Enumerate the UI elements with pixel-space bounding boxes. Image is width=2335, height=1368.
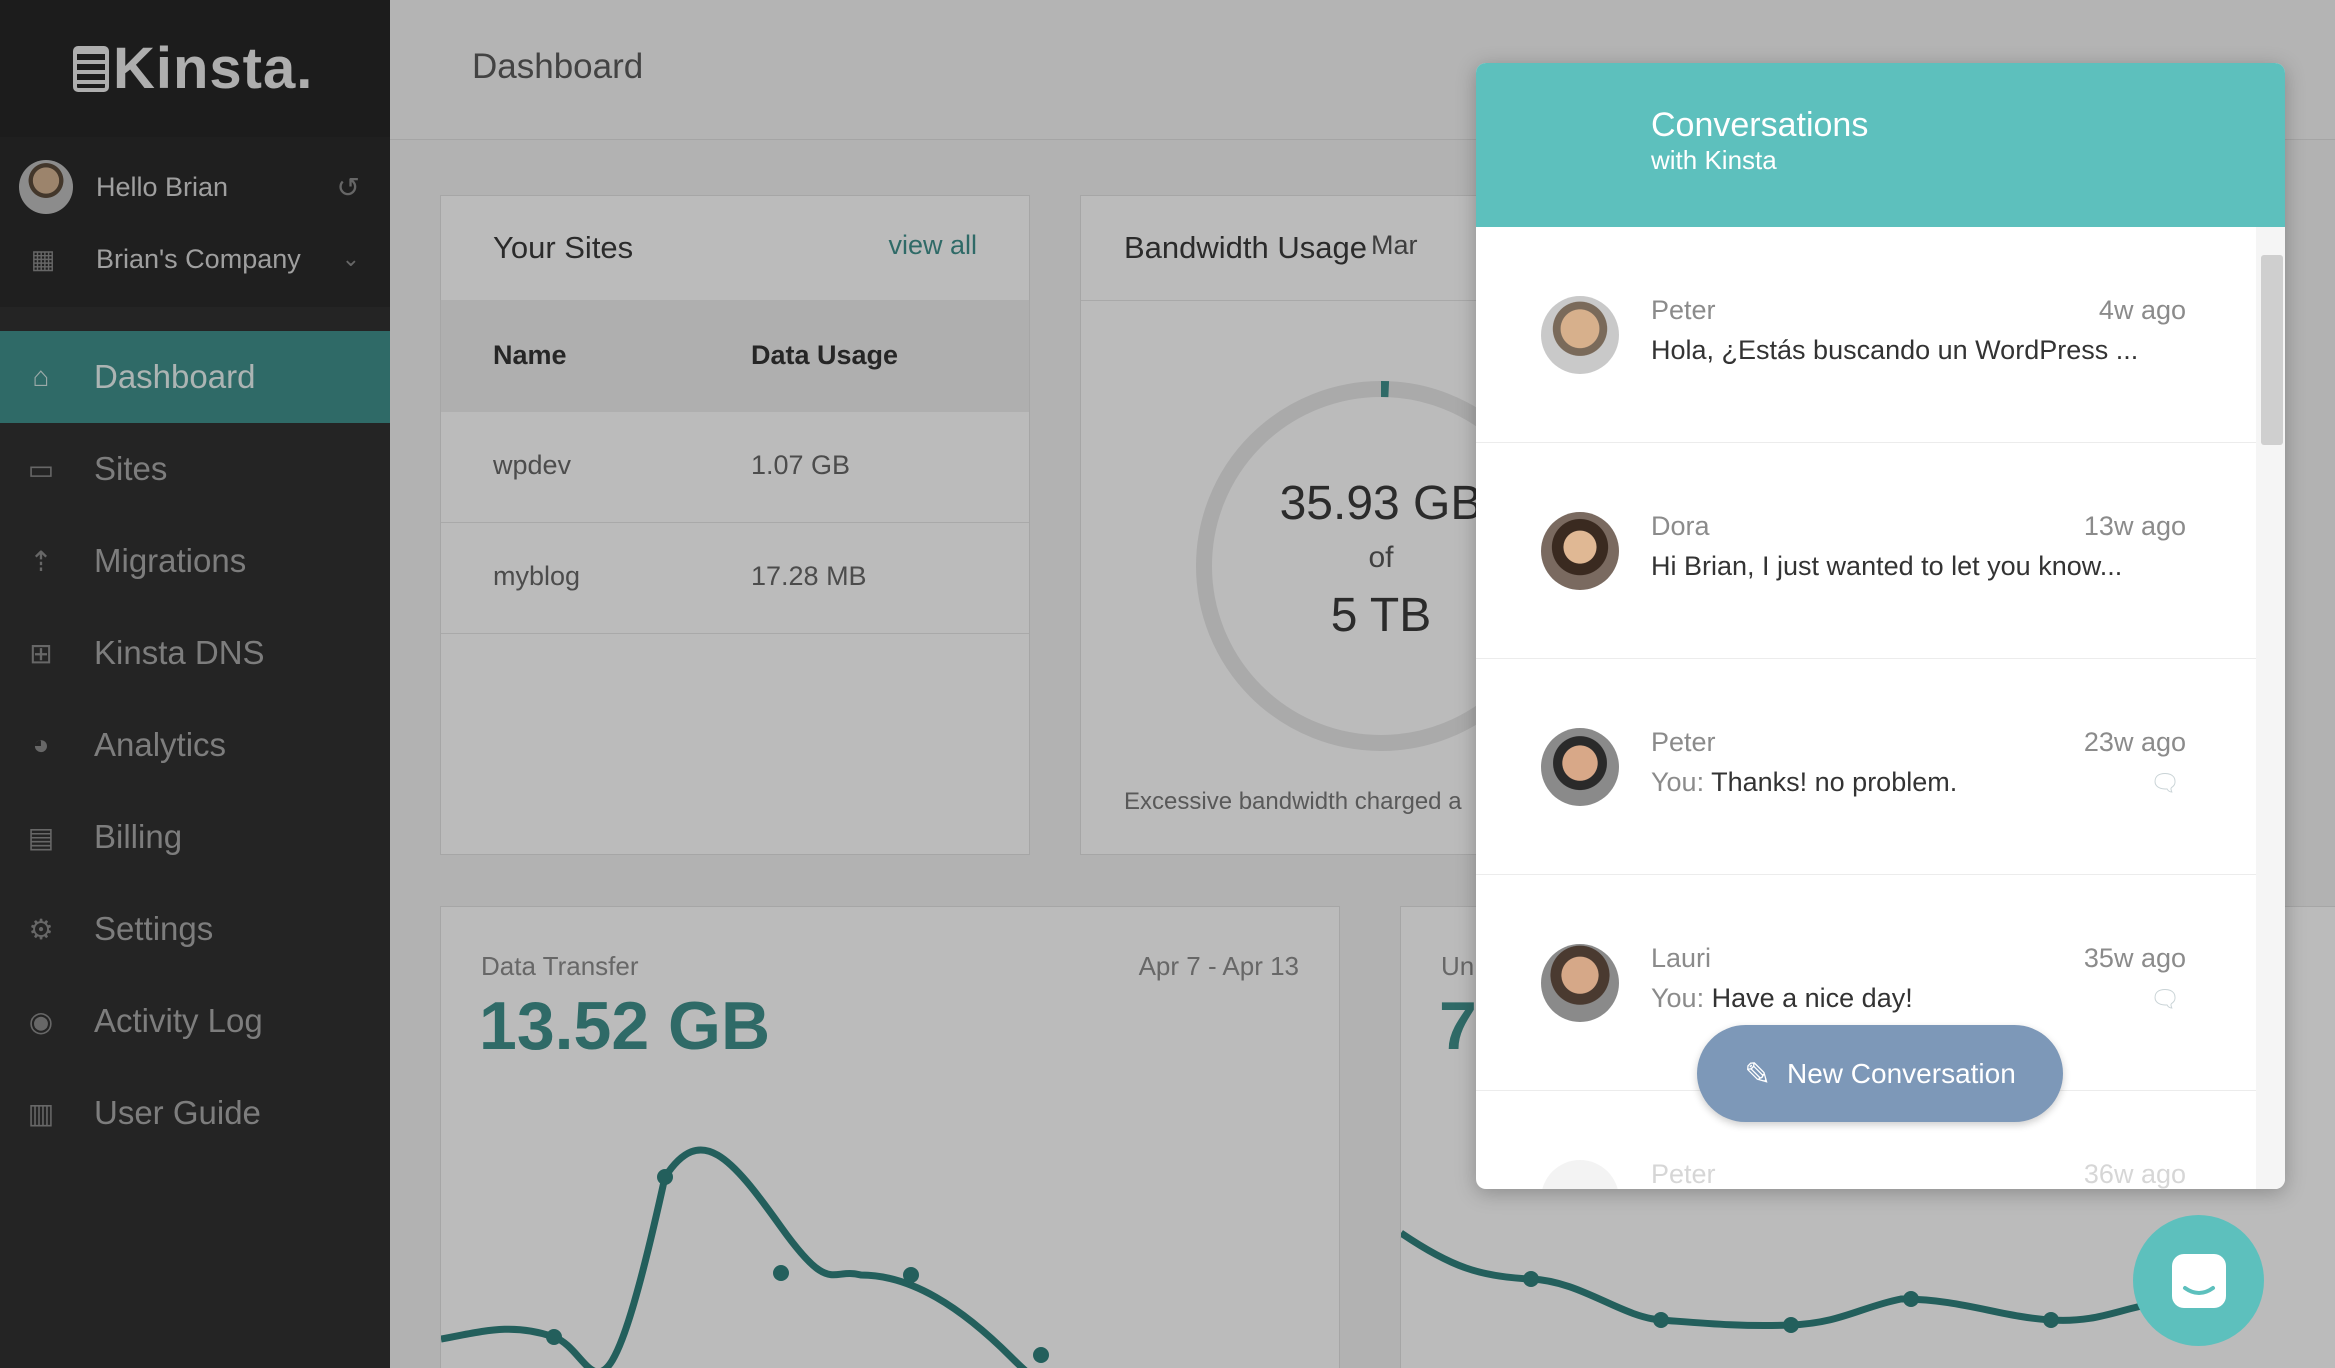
conversation-message: You: Thanks! no problem. [1651,767,1958,797]
scrollbar-thumb[interactable] [2261,255,2283,445]
conversation-name: Peter [1651,727,1716,757]
new-conversation-button[interactable]: ✎ New Conversation [1697,1025,2063,1122]
conversations-title: Conversations [1651,106,1869,144]
conversation-message: You: Have a nice day! [1651,983,1913,1013]
seen-chat-icon: 🗨 [2150,986,2181,1013]
scrollbar[interactable] [2256,227,2285,1189]
conversations-panel: Conversations with Kinsta Peter 4w ago H… [1476,63,2285,1189]
chat-icon [2171,1253,2226,1308]
conversation-message: Hi Brian, I just wanted to let you know.… [1651,551,2123,581]
avatar [1541,1160,1619,1189]
conversation-item[interactable]: Dora 13w ago Hi Brian, I just wanted to … [1476,443,2256,659]
conversation-item[interactable]: Peter 4w ago Hola, ¿Estás buscando un Wo… [1476,227,2256,443]
conversation-time: 13w ago [2083,511,2186,541]
conversation-message: Hola, ¿Estás buscando un WordPress ... [1651,335,2139,365]
avatar [1541,296,1619,374]
avatar [1541,512,1619,590]
compose-icon: ✎ [1744,1055,1772,1092]
conversation-time: 36w ago [2083,1159,2186,1189]
conversation-time: 35w ago [2083,943,2186,973]
conversation-time: 4w ago [2098,295,2186,325]
conversation-name: Dora [1651,511,1710,541]
avatar [1541,944,1619,1022]
conversation-name: Lauri [1651,943,1712,973]
avatar [1541,728,1619,806]
conversations-header: Conversations with Kinsta [1476,63,2285,227]
conversation-item[interactable]: Peter 23w ago You: Thanks! no problem. 🗨 [1476,659,2256,875]
conversation-time: 23w ago [2083,727,2186,757]
new-conversation-label: New Conversation [1787,1057,2016,1089]
conversation-name: Peter [1651,295,1716,325]
conversations-subtitle: with Kinsta [1651,145,1777,175]
conversation-name: Peter [1651,1159,1716,1189]
seen-chat-icon: 🗨 [2150,770,2181,797]
chat-launcher-button[interactable] [2133,1215,2264,1346]
